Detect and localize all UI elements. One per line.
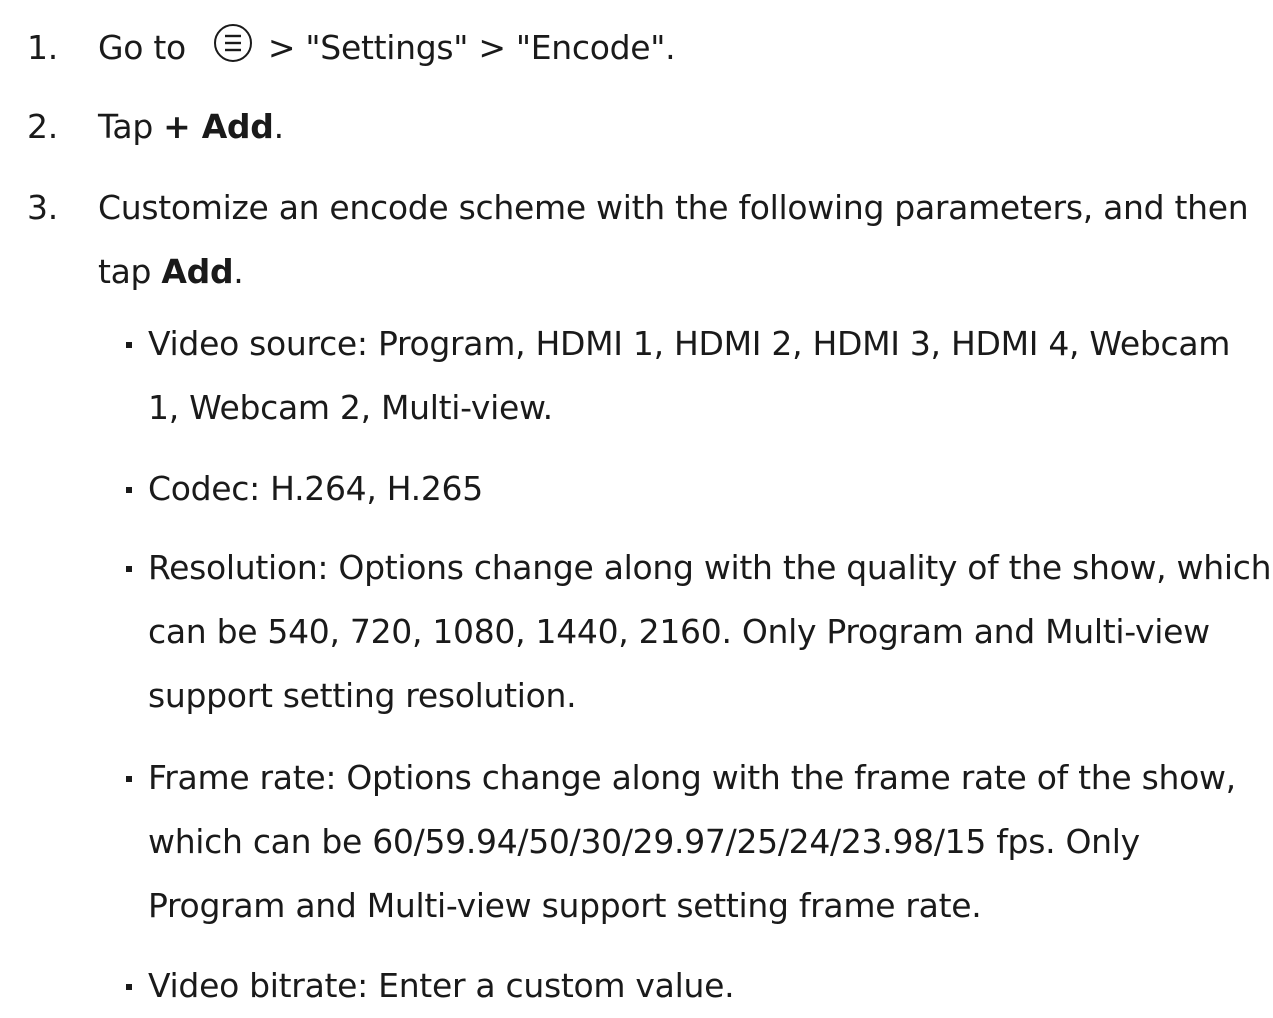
step-text-suffix: . xyxy=(233,252,244,291)
step-text-line: Customize an encode scheme with the foll… xyxy=(98,188,1249,227)
parameter-line: can be 540, 720, 1080, 1440, 2160. Only … xyxy=(148,612,1210,651)
parameter-text: Frame rate: Options change along with th… xyxy=(148,746,1236,938)
parameter-line: Resolution: Options change along with th… xyxy=(148,548,1272,587)
add-button-label: Add xyxy=(161,252,234,291)
parameter-line: Video source: Program, HDMI 1, HDMI 2, H… xyxy=(148,324,1231,363)
parameter-text: Resolution: Options change along with th… xyxy=(148,536,1272,728)
step-text-prefix: tap xyxy=(98,252,162,291)
bullet-icon xyxy=(126,487,132,493)
bullet-icon xyxy=(126,566,132,572)
step-text-prefix: Tap xyxy=(98,107,164,146)
step-text-suffix: . xyxy=(273,107,285,146)
bullet-icon xyxy=(126,776,132,782)
parameter-line: Frame rate: Options change along with th… xyxy=(148,758,1236,797)
parameter-text: Video source: Program, HDMI 1, HDMI 2, H… xyxy=(148,312,1230,440)
step-body: Tap + Add. xyxy=(98,95,1238,159)
menu-icon xyxy=(212,21,254,63)
bullet-icon xyxy=(126,342,132,348)
step-number: 3. xyxy=(27,188,58,227)
bullet-icon xyxy=(126,984,132,990)
add-button-label: + Add xyxy=(163,107,274,146)
parameter-text: Video bitrate: Enter a custom value. xyxy=(148,954,735,1018)
parameter-line: 1, Webcam 2, Multi-view. xyxy=(148,388,553,427)
step-body: Go to > "Settings" > "Encode". xyxy=(98,16,1238,80)
step-body: Customize an encode scheme with the foll… xyxy=(98,176,1249,304)
parameter-line: Codec: H.264, H.265 xyxy=(148,469,483,508)
parameter-text: Codec: H.264, H.265 xyxy=(148,457,483,521)
step-text-suffix: > "Settings" > "Encode". xyxy=(267,28,676,67)
parameter-line: Video bitrate: Enter a custom value. xyxy=(148,966,735,1005)
parameter-line: which can be 60/59.94/50/30/29.97/25/24/… xyxy=(148,822,1140,861)
step-text-prefix: Go to xyxy=(98,28,186,67)
step-number: 2. xyxy=(27,107,58,146)
parameter-line: Program and Multi-view support setting f… xyxy=(148,886,982,925)
step-text-line: tap Add. xyxy=(98,240,1238,304)
instruction-document: 1. Go to > "Settings" > "Encode". 2. Tap… xyxy=(0,0,1273,1005)
parameter-line: support setting resolution. xyxy=(148,676,577,715)
step-number: 1. xyxy=(27,28,58,67)
